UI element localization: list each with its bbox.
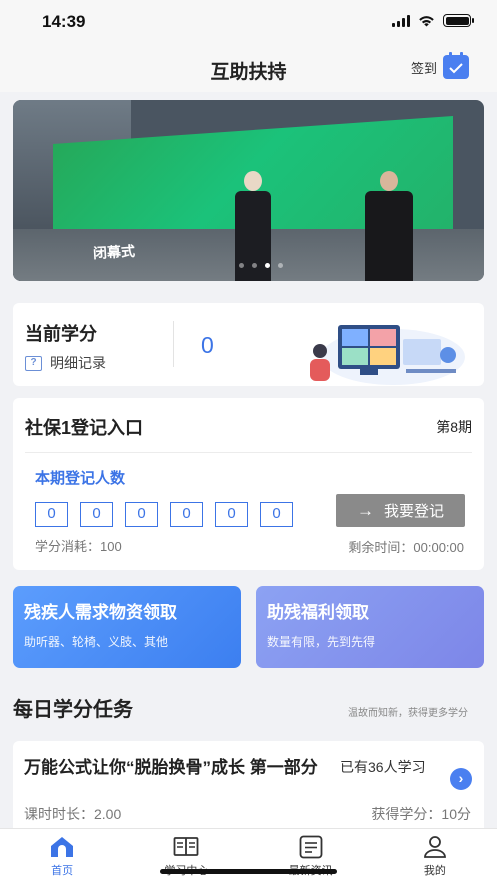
checkin-label: 签到 [410, 60, 437, 76]
news-icon [299, 835, 323, 859]
social-security-title: 社保1登记入口 [25, 418, 144, 438]
banner-person [365, 171, 413, 281]
nav-header: 互助扶持 签到 [0, 44, 497, 92]
promo-title: 残疾人需求物资领取 [24, 603, 177, 622]
count-digit: 0 [215, 502, 248, 527]
home-icon [51, 837, 74, 857]
task-duration: 课时时长：2.00 [24, 806, 122, 822]
count-digit: 0 [260, 502, 293, 527]
register-button[interactable]: → 我要登记 [336, 494, 465, 527]
task-title: 万能公式让你“脱胎换骨”成长 第一部分 [24, 758, 318, 777]
register-count-digits: 0 0 0 0 0 0 [35, 502, 293, 527]
banner-carousel[interactable]: 闭幕式 [13, 100, 484, 281]
carousel-dot[interactable] [239, 263, 244, 268]
online-class-illustration [310, 325, 465, 385]
register-count-label: 本期登记人数 [35, 470, 126, 487]
daily-tasks-title: 每日学分任务 [13, 699, 133, 721]
promo-subtitle: 助听器、轮椅、义肢、其他 [24, 635, 169, 649]
register-button-label: 我要登记 [383, 503, 444, 520]
question-icon: ? [25, 355, 42, 371]
task-learners: 已有36人学习 [340, 759, 426, 775]
book-icon [173, 837, 199, 856]
credits-value: 0 [201, 332, 214, 358]
credits-card: 当前学分 ? 明细记录 0 [13, 303, 484, 386]
bottom-tab-bar: 首页 学习中心 最新资讯 我的 [0, 828, 497, 883]
tab-home[interactable]: 首页 [0, 829, 124, 883]
profile-icon [423, 836, 446, 858]
tab-label: 我的 [423, 865, 446, 877]
tab-label: 首页 [51, 865, 74, 877]
count-digit: 0 [125, 502, 158, 527]
count-digit: 0 [170, 502, 203, 527]
task-card[interactable]: 万能公式让你“脱胎换骨”成长 第一部分 已有36人学习 › 课时时长：2.00 … [13, 741, 484, 830]
promo-title: 助残福利领取 [267, 603, 369, 622]
tab-learning-center[interactable]: 学习中心 [124, 829, 248, 883]
welfare-claim-card[interactable]: 助残福利领取 数量有限，先到先得 [256, 586, 484, 668]
count-digit: 0 [35, 502, 68, 527]
checkin-button[interactable]: 签到 [410, 52, 469, 79]
battery-icon [443, 14, 474, 27]
status-icons [392, 14, 474, 27]
credits-title: 当前学分 [25, 324, 97, 344]
status-bar: 14:39 [0, 0, 497, 44]
supplies-claim-card[interactable]: 残疾人需求物资领取 助听器、轮椅、义肢、其他 [13, 586, 241, 668]
carousel-dot[interactable] [252, 263, 257, 268]
carousel-dots [239, 263, 283, 268]
count-digit: 0 [80, 502, 113, 527]
calendar-check-icon [443, 52, 469, 79]
tab-mine[interactable]: 我的 [373, 829, 497, 883]
credits-detail-link[interactable]: ? 明细记录 [25, 353, 106, 373]
chevron-right-icon[interactable]: › [450, 768, 472, 790]
divider [173, 321, 174, 367]
tab-latest-news[interactable]: 最新资讯 [249, 829, 373, 883]
credits-detail-label: 明细记录 [50, 355, 106, 371]
wifi-icon [419, 15, 434, 26]
credit-cost-text: 学分消耗：100 [35, 539, 122, 554]
signal-icon [392, 14, 410, 27]
divider [25, 452, 472, 453]
carousel-dot[interactable] [278, 263, 283, 268]
daily-tasks-hint: 温故而知新，获得更多学分 [348, 708, 468, 719]
period-label: 第8期 [436, 419, 472, 435]
task-credits: 获得学分：10分 [371, 806, 471, 822]
remaining-time-text: 剩余时间：00:00:00 [348, 540, 464, 555]
promo-subtitle: 数量有限，先到先得 [267, 635, 376, 649]
status-time: 14:39 [42, 12, 86, 31]
social-security-card: 社保1登记入口 第8期 本期登记人数 0 0 0 0 0 0 → 我要登记 学分… [13, 398, 484, 570]
carousel-dot-active[interactable] [265, 263, 270, 268]
banner-caption: 闭幕式 [92, 242, 136, 262]
home-indicator [160, 869, 337, 874]
arrow-right-icon: → [356, 500, 374, 520]
